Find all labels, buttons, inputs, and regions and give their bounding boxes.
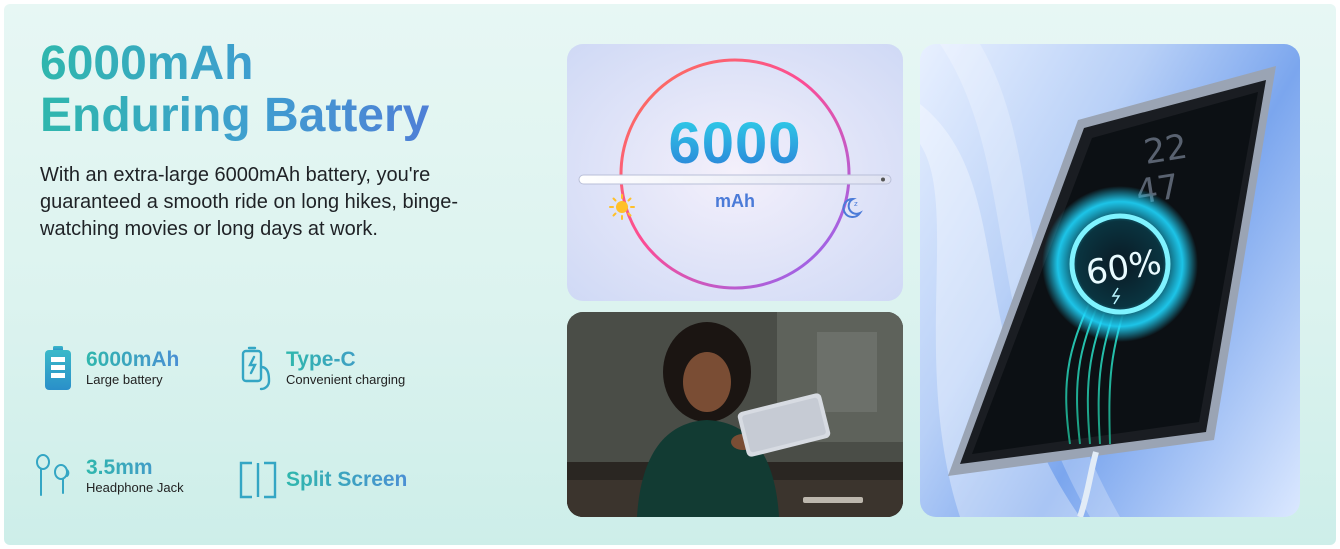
feature-subtitle: Convenient charging	[286, 371, 406, 387]
feature-title: Type-C	[286, 348, 405, 371]
type-c-charger-icon	[238, 344, 278, 392]
feature-type-c: Type-C Convenient charging	[238, 344, 405, 392]
headline-line-2: Enduring Battery	[40, 89, 430, 142]
feature-subtitle: Large battery	[86, 371, 163, 387]
lifestyle-photo	[567, 312, 903, 517]
battery-capacity-panel: 6000 mAh z	[567, 44, 903, 301]
headline-line-1: 6000mAh	[40, 38, 429, 90]
moon-icon: z	[842, 197, 863, 218]
split-screen-icon	[238, 456, 278, 504]
battery-icon	[38, 344, 78, 392]
feature-headphone-jack: 3.5mm Headphone Jack	[32, 452, 184, 500]
product-banner: 6000mAh Enduring Battery With an extra-l…	[4, 4, 1336, 545]
svg-text:z: z	[854, 200, 858, 208]
feature-subtitle: Headphone Jack	[86, 479, 184, 495]
feature-split-screen: Split Screen	[238, 456, 407, 504]
headline: 6000mAh Enduring Battery	[40, 38, 429, 142]
feature-title: Split Screen	[286, 468, 408, 491]
battery-capacity-number: 6000	[567, 114, 903, 174]
sun-icon	[609, 194, 635, 220]
feature-title: 6000mAh	[86, 347, 180, 371]
svg-text:22: 22	[1141, 127, 1190, 173]
description: With an extra-large 6000mAh battery, you…	[40, 164, 459, 240]
feature-battery: 6000mAh Large battery	[38, 344, 179, 392]
feature-title: 3.5mm	[86, 456, 184, 479]
earphones-icon	[32, 452, 78, 500]
